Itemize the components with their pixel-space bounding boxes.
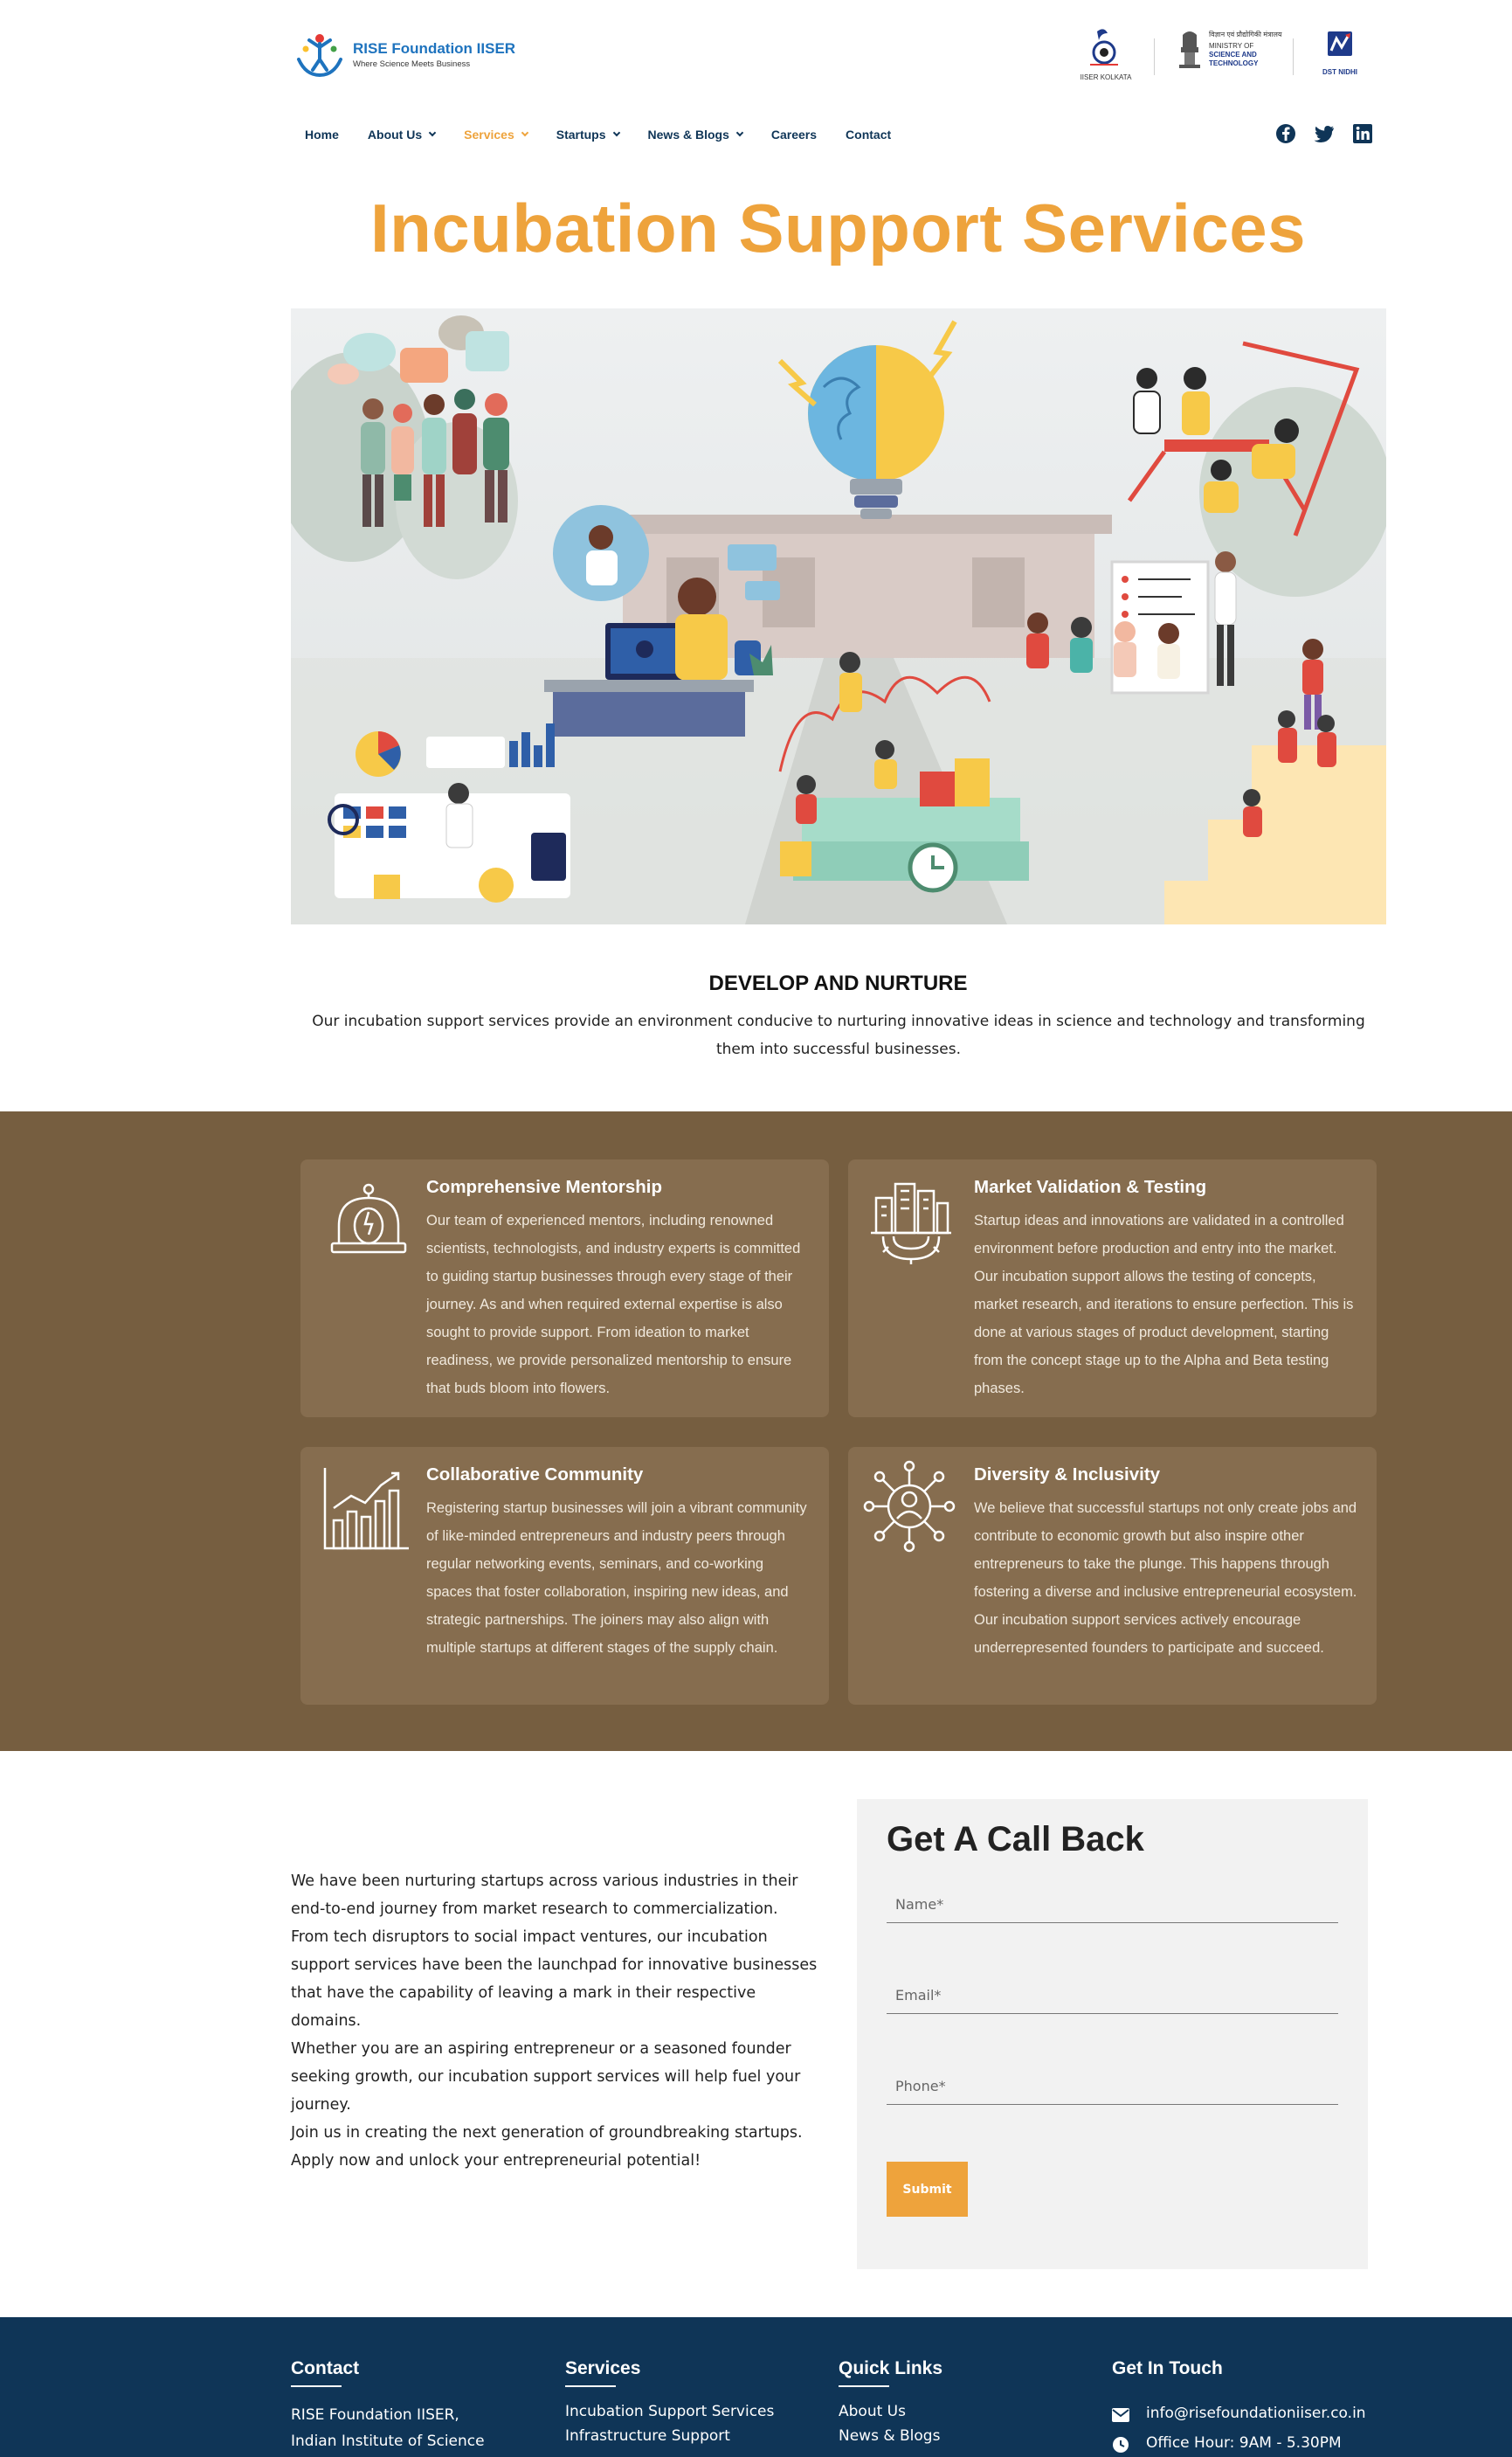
footer-divider <box>839 2385 889 2387</box>
intro-paragraph: Whether you are an aspiring entrepreneur… <box>291 2040 801 2114</box>
brand-tagline: Where Science Meets Business <box>353 59 471 69</box>
intro-text: We have been nurturing startups across v… <box>291 1867 824 2175</box>
growth-chart-icon <box>318 1464 412 1559</box>
nav-contact[interactable]: Contact <box>846 128 891 142</box>
feature-title: Diversity & Inclusivity <box>974 1464 1161 1485</box>
footer-office-hours: Office Hour: 9AM - 5.30PM <box>1146 2434 1342 2452</box>
incubation-illustration-icon <box>291 308 1386 924</box>
footer-email[interactable]: info@risefoundationiiser.co.in <box>1146 2405 1366 2422</box>
clock-icon <box>1112 2436 1129 2454</box>
page-title: Incubation Support Services <box>369 190 1307 266</box>
footer-link-news[interactable]: News & Blogs <box>839 2427 940 2445</box>
footer-link-incubation[interactable]: Incubation Support Services <box>565 2403 774 2420</box>
brand-name[interactable]: RISE Foundation IISER <box>353 40 515 58</box>
chevron-down-icon[interactable] <box>428 128 437 137</box>
partner-divider <box>1293 38 1294 75</box>
dst-caption: DST NIDHI <box>1322 68 1357 76</box>
nav-startups-label[interactable]: Startups <box>556 128 606 142</box>
feature-card-community: Collaborative Community Registering star… <box>300 1447 829 1705</box>
develop-title: DEVELOP AND NURTURE <box>708 972 968 995</box>
footer-quick-links-heading: Quick Links <box>839 2358 943 2378</box>
nav-home[interactable]: Home <box>305 128 339 142</box>
nav-contact-label[interactable]: Contact <box>846 128 891 142</box>
ministry-line2: SCIENCE AND <box>1209 51 1257 59</box>
main-nav: Home About Us Services Startups News & B… <box>305 122 920 147</box>
nav-news-blogs[interactable]: News & Blogs <box>648 128 744 142</box>
hero-illustration <box>291 308 1386 924</box>
facebook-icon[interactable] <box>1274 122 1297 145</box>
nav-startups[interactable]: Startups <box>556 128 620 142</box>
nav-careers[interactable]: Careers <box>771 128 817 142</box>
network-people-icon <box>862 1459 956 1554</box>
iiser-emblem-icon <box>1090 29 1118 66</box>
intro-paragraph: From tech disruptors to social impact ve… <box>291 1928 818 2030</box>
footer-services-heading: Services <box>565 2358 641 2378</box>
chevron-down-icon[interactable] <box>521 128 528 137</box>
form-title: Get A Call Back <box>887 1820 1144 1858</box>
nav-about-us[interactable]: About Us <box>368 128 437 142</box>
iiser-caption: IISER KOLKATA <box>1080 73 1132 81</box>
nav-home-label[interactable]: Home <box>305 128 339 142</box>
feature-text: Our team of experienced mentors, includi… <box>426 1213 801 1396</box>
nav-services[interactable]: Services <box>464 128 528 142</box>
dst-nidhi-logo: DST NIDHI <box>1315 26 1364 86</box>
feature-title: Market Validation & Testing <box>974 1177 1207 1197</box>
footer-contact-line: Indian Institute of Science <box>291 2433 485 2450</box>
email-field[interactable] <box>887 1977 1338 2014</box>
footer-contact-line: RISE Foundation IISER, <box>291 2406 459 2424</box>
dst-nidhi-icon <box>1328 31 1352 56</box>
linkedin-icon[interactable] <box>1351 122 1374 145</box>
intro-paragraph: We have been nurturing startups across v… <box>291 1872 798 1918</box>
ministry-hindi: विज्ञान एवं प्रौद्योगिकी मंत्रालय <box>1209 31 1282 38</box>
partner-divider <box>1154 38 1155 75</box>
feature-card-diversity: Diversity & Inclusivity We believe that … <box>848 1447 1377 1705</box>
footer-get-in-touch-heading: Get In Touch <box>1112 2358 1223 2378</box>
city-gear-icon <box>864 1172 958 1266</box>
feature-text: Startup ideas and innovations are valida… <box>974 1213 1354 1396</box>
nav-about-us-label[interactable]: About Us <box>368 128 422 142</box>
brand-logo-icon[interactable] <box>293 30 346 79</box>
feature-card-market-validation: Market Validation & Testing Startup idea… <box>848 1159 1377 1417</box>
national-emblem-icon <box>1179 31 1200 68</box>
nav-news-blogs-label[interactable]: News & Blogs <box>648 128 729 142</box>
submit-button[interactable]: Submit <box>887 2162 968 2217</box>
bell-jar-icon <box>321 1177 416 1271</box>
feature-title: Collaborative Community <box>426 1464 644 1485</box>
footer-link-infrastructure[interactable]: Infrastructure Support <box>565 2427 730 2445</box>
ministry-logo: विज्ञान एवं प्रौद्योगिकी मंत्रालय MINIST… <box>1174 26 1282 86</box>
chevron-down-icon[interactable] <box>612 128 620 137</box>
footer-link-about[interactable]: About Us <box>839 2403 906 2420</box>
chevron-down-icon[interactable] <box>735 128 744 137</box>
envelope-icon <box>1112 2408 1129 2422</box>
ministry-line1: MINISTRY OF <box>1209 42 1254 50</box>
ministry-line3: TECHNOLOGY <box>1209 59 1259 67</box>
footer-divider <box>291 2385 342 2387</box>
nav-services-label[interactable]: Services <box>464 128 514 142</box>
intro-paragraph: Join us in creating the next generation … <box>291 2124 803 2170</box>
footer-divider <box>565 2385 616 2387</box>
iiser-logo: IISER KOLKATA <box>1078 26 1134 86</box>
feature-text: We believe that successful startups not … <box>974 1500 1357 1656</box>
feature-text: Registering startup businesses will join… <box>426 1500 807 1656</box>
twitter-icon[interactable] <box>1313 122 1336 145</box>
name-field[interactable] <box>887 1886 1338 1923</box>
nav-careers-label[interactable]: Careers <box>771 128 817 142</box>
feature-title: Comprehensive Mentorship <box>426 1177 662 1197</box>
phone-field[interactable] <box>887 2068 1338 2105</box>
footer-contact-heading: Contact <box>291 2358 360 2378</box>
feature-card-mentorship: Comprehensive Mentorship Our team of exp… <box>300 1159 829 1417</box>
develop-text: Our incubation support services provide … <box>312 1013 1365 1058</box>
